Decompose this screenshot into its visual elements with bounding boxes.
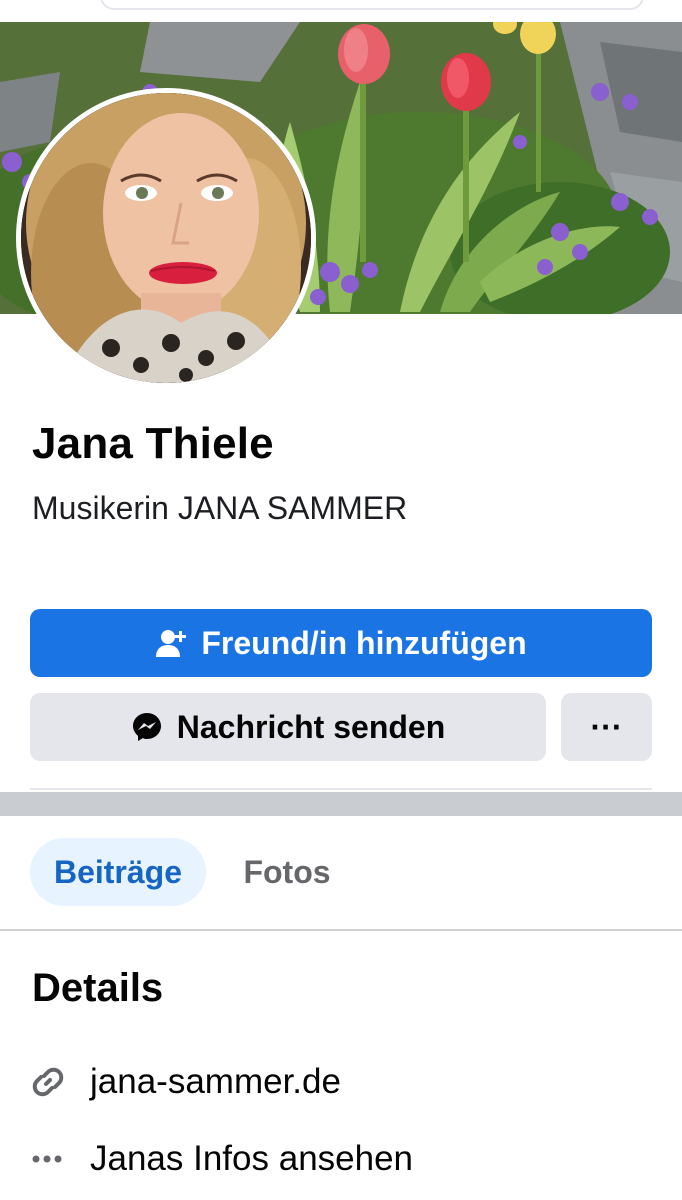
link-icon xyxy=(30,1064,70,1100)
search-bar-edge[interactable] xyxy=(100,0,644,10)
top-bar-remnant xyxy=(0,0,682,22)
tab-photos-label: Fotos xyxy=(243,853,331,890)
view-infos-row[interactable]: Janas Infos ansehen xyxy=(30,1134,413,1184)
messenger-icon xyxy=(131,711,163,743)
tab-posts-label: Beiträge xyxy=(53,853,183,890)
more-options-button[interactable]: ··· xyxy=(561,693,652,761)
tab-photos[interactable]: Fotos xyxy=(218,838,356,906)
section-divider xyxy=(0,792,682,816)
more-dots-icon: ··· xyxy=(590,708,623,745)
website-link-row[interactable]: jana-sammer.de xyxy=(30,1057,341,1107)
tab-posts[interactable]: Beiträge xyxy=(30,838,206,906)
profile-name: Jana Thiele xyxy=(32,419,274,468)
button-divider xyxy=(30,788,652,790)
add-friend-label: Freund/in hinzufügen xyxy=(201,624,527,661)
tabs-divider xyxy=(0,929,682,931)
view-infos-text: Janas Infos ansehen xyxy=(90,1139,414,1178)
send-message-label: Nachricht senden xyxy=(176,708,446,745)
add-friend-button[interactable]: Freund/in hinzufügen xyxy=(30,609,652,677)
profile-avatar[interactable] xyxy=(16,88,316,388)
add-person-icon xyxy=(155,627,187,659)
avatar-image xyxy=(21,93,311,383)
profile-bio: Musikerin JANA SAMMER xyxy=(32,490,408,526)
send-message-button[interactable]: Nachricht senden xyxy=(30,693,546,761)
website-link-text[interactable]: jana-sammer.de xyxy=(90,1062,341,1102)
more-dots-icon xyxy=(30,1153,70,1165)
details-heading: Details xyxy=(32,966,164,1010)
